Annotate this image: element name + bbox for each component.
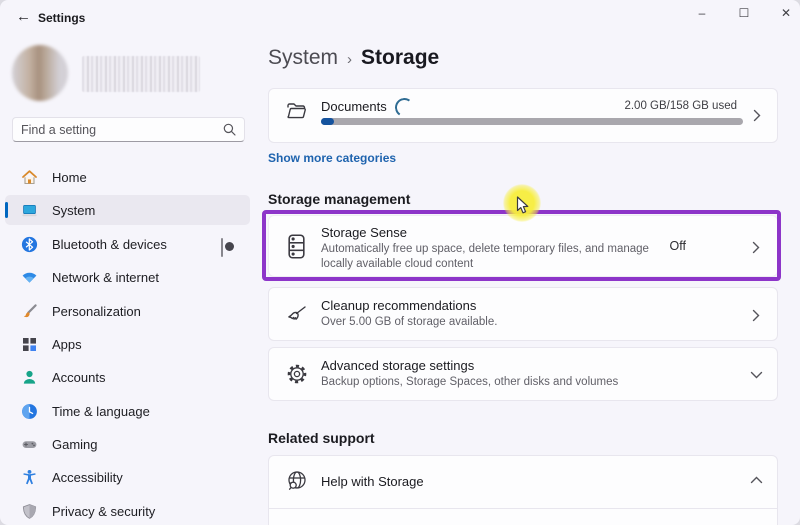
sidebar-item-label: Accounts (52, 369, 106, 385)
sidebar-item-label: Bluetooth & devices (52, 236, 167, 252)
advanced-title: Advanced storage settings (321, 358, 475, 373)
advanced-description: Backup options, Storage Spaces, other di… (321, 376, 619, 388)
advanced-storage-settings-card[interactable]: Advanced storage settings Backup options… (268, 347, 778, 401)
mouse-cursor-icon (516, 196, 531, 220)
sidebar-item-network-internet[interactable]: Network & internet (5, 262, 250, 292)
toggle-state-label: Off (669, 239, 686, 253)
gaming-icon (21, 436, 38, 453)
personalization-icon (21, 303, 38, 320)
chevron-up-icon (750, 476, 763, 484)
sidebar-item-label: Time & language (52, 403, 150, 419)
storage-sense-description: Automatically free up space, delete temp… (321, 243, 649, 270)
storage-sense-toggle[interactable] (221, 238, 234, 257)
chevron-down-icon (750, 371, 763, 379)
globe-search-icon (285, 469, 309, 498)
sidebar-item-privacy-security[interactable]: Privacy & security (5, 496, 250, 525)
toggle-knob (225, 241, 234, 251)
breadcrumb-system[interactable]: System (268, 46, 338, 70)
sidebar-item-time-language[interactable]: Time & language (5, 396, 250, 426)
apps-icon (21, 336, 38, 353)
storage-progress-bar (321, 118, 743, 125)
sidebar-item-label: Gaming (52, 436, 98, 452)
help-with-storage-card[interactable]: Help with Storage (268, 455, 778, 525)
show-more-categories-link[interactable]: Show more categories (268, 151, 396, 165)
sidebar-item-label: System (52, 202, 96, 218)
window-title: Settings (38, 11, 86, 25)
storage-sense-card[interactable]: Storage Sense Automatically free up spac… (221, 215, 778, 277)
network-internet-icon (21, 269, 38, 286)
chevron-right-icon (753, 109, 761, 122)
storage-sense-icon (286, 233, 307, 265)
documents-label: Documents (321, 99, 387, 114)
sidebar-item-personalization[interactable]: Personalization (5, 296, 250, 326)
card-divider (269, 508, 777, 509)
cleanup-description: Over 5.00 GB of storage available. (321, 316, 498, 328)
sidebar-item-label: Privacy & security (52, 503, 156, 519)
chevron-right-icon (752, 241, 760, 254)
selected-indicator (5, 202, 8, 218)
settings-window: ← Settings – ☐ ✕ Find a setting Home Syst… (0, 0, 800, 525)
cleanup-recommendations-card[interactable]: Cleanup recommendations Over 5.00 GB of … (268, 287, 778, 341)
search-icon (223, 123, 236, 136)
broom-icon (285, 302, 309, 331)
sidebar-item-system[interactable]: System (5, 195, 250, 225)
sidebar-item-bluetooth-devices[interactable]: Bluetooth & devices (5, 229, 250, 259)
storage-management-heading: Storage management (268, 191, 411, 207)
search-input[interactable]: Find a setting (12, 117, 245, 142)
sidebar-item-accounts[interactable]: Accounts (5, 362, 250, 392)
home-icon (21, 169, 38, 186)
storage-used-text: 2.00 GB/158 GB used (624, 100, 737, 112)
cleanup-title: Cleanup recommendations (321, 298, 477, 313)
sidebar-item-label: Home (52, 169, 87, 185)
search-placeholder: Find a setting (21, 122, 97, 137)
loading-spinner-icon (393, 96, 416, 119)
back-button[interactable]: ← (16, 8, 31, 25)
chevron-right-icon (752, 309, 760, 322)
sidebar-item-label: Accessibility (52, 469, 123, 485)
documents-usage-card[interactable]: Documents 2.00 GB/158 GB used (268, 88, 778, 143)
username-redacted (82, 56, 200, 92)
storage-sense-title: Storage Sense (321, 225, 408, 240)
sidebar-item-label: Personalization (52, 303, 141, 319)
sidebar-item-apps[interactable]: Apps (5, 329, 250, 359)
accessibility-icon (21, 469, 38, 486)
breadcrumb-separator-icon: › (347, 51, 353, 68)
related-support-heading: Related support (268, 430, 375, 446)
accounts-icon (21, 369, 38, 386)
privacy-security-icon (21, 503, 38, 520)
time-language-icon (21, 403, 38, 420)
folder-icon (285, 100, 308, 128)
storage-progress-fill (321, 118, 334, 125)
close-button[interactable]: ✕ (766, 0, 800, 26)
sidebar-item-home[interactable]: Home (5, 162, 250, 192)
bluetooth-devices-icon (21, 236, 38, 253)
system-icon (21, 202, 38, 219)
page-title: Storage (361, 46, 440, 69)
minimize-button[interactable]: – (682, 0, 722, 26)
breadcrumb: System › Storage (268, 46, 439, 70)
sidebar-item-label: Network & internet (52, 269, 159, 285)
sidebar-item-label: Apps (52, 336, 82, 352)
sidebar-item-gaming[interactable]: Gaming (5, 429, 250, 459)
help-title: Help with Storage (321, 474, 424, 489)
avatar[interactable] (12, 45, 68, 101)
gear-icon (285, 362, 309, 391)
sidebar-item-accessibility[interactable]: Accessibility (5, 462, 250, 492)
maximize-button[interactable]: ☐ (724, 0, 764, 26)
